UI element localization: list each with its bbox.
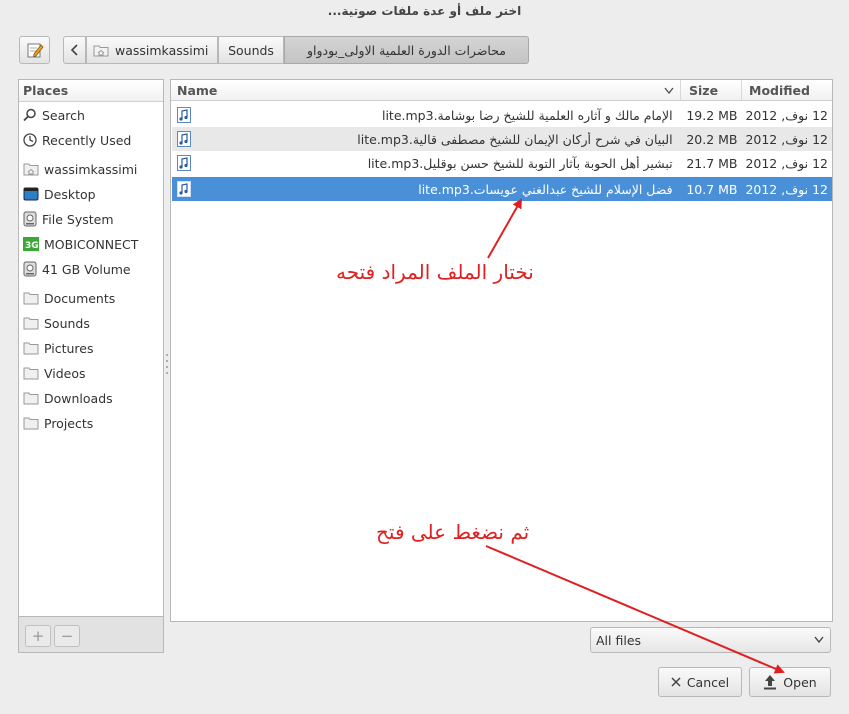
folder-icon [23, 417, 39, 430]
file-name: تبشير أهل الحوبة بآثار التوبة للشيخ حسن … [367, 155, 673, 171]
place-label: Search [42, 107, 85, 123]
folder-icon [23, 317, 39, 330]
open-label: Open [783, 674, 817, 690]
place-label: Sounds [44, 315, 90, 331]
column-header-modified[interactable]: Modified [741, 80, 832, 101]
place-label: Documents [44, 290, 116, 306]
pane-resize-grip[interactable] [165, 352, 169, 378]
file-row-selected[interactable]: فضل الإسلام للشيخ عبدالغني عويسات.lite.m… [172, 177, 832, 201]
place-item-mobiconnect[interactable]: 3G MOBICONNECT [19, 233, 163, 255]
file-size: 10.7 MB [686, 181, 738, 197]
sort-descending-icon [664, 87, 674, 95]
cancel-label: Cancel [686, 674, 730, 690]
close-icon [671, 677, 681, 687]
place-item-desktop[interactable]: Desktop [19, 183, 163, 205]
places-header: Places [19, 80, 163, 102]
path-back-button[interactable] [63, 36, 86, 64]
folder-icon [23, 392, 39, 405]
file-name: الإمام مالك و آثاره العلمية للشيخ رضا بو… [381, 107, 673, 123]
open-button[interactable]: Open [749, 667, 831, 697]
place-label: wassimkassimi [44, 161, 138, 177]
cancel-button[interactable]: Cancel [658, 667, 742, 697]
file-name: البيان في شرح أركان الإيمان للشيخ مصطفى … [357, 131, 673, 147]
place-item-projects[interactable]: Projects [19, 412, 163, 434]
annotation-select-file: نختار الملف المراد فتحه [336, 260, 534, 284]
folder-icon [23, 367, 39, 380]
place-label: Pictures [44, 340, 94, 356]
place-item-sounds[interactable]: Sounds [19, 312, 163, 334]
breadcrumb-label: wassimkassimi [115, 42, 209, 58]
svg-text:3G: 3G [25, 241, 39, 251]
place-item-documents[interactable]: Documents [19, 287, 163, 309]
home-folder-icon [23, 163, 39, 176]
place-item-41gb-volume[interactable]: 41 GB Volume [19, 258, 163, 280]
clock-icon [23, 133, 37, 147]
harddisk-icon [23, 261, 37, 277]
type-location-button[interactable] [19, 36, 50, 64]
edit-icon [27, 43, 44, 58]
place-item-videos[interactable]: Videos [19, 362, 163, 384]
place-item-home[interactable]: wassimkassimi [19, 158, 163, 180]
breadcrumb-label: محاضرات الدورة العلمية الاولى_بودواو [306, 42, 507, 58]
folder-icon [23, 292, 39, 305]
place-item-downloads[interactable]: Downloads [19, 387, 163, 409]
place-label: Videos [44, 365, 86, 381]
place-label: Downloads [44, 390, 113, 406]
harddisk-icon [23, 211, 37, 227]
file-size: 19.2 MB [686, 107, 738, 123]
places-sidebar: Places Search Recently Used wassimkassim… [18, 79, 164, 617]
file-row[interactable]: البيان في شرح أركان الإيمان للشيخ مصطفى … [172, 127, 832, 151]
file-row[interactable]: الإمام مالك و آثاره العلمية للشيخ رضا بو… [172, 103, 832, 127]
add-bookmark-button[interactable]: + [25, 625, 51, 647]
place-label: File System [42, 211, 114, 227]
usb-drive-icon: 3G [23, 237, 39, 251]
place-item-search[interactable]: Search [19, 104, 163, 126]
place-item-pictures[interactable]: Pictures [19, 337, 163, 359]
file-row[interactable]: تبشير أهل الحوبة بآثار التوبة للشيخ حسن … [172, 151, 832, 175]
breadcrumb-sounds[interactable]: Sounds [218, 36, 284, 64]
file-size: 20.2 MB [686, 131, 738, 147]
column-label: Name [177, 83, 218, 98]
place-label: 41 GB Volume [42, 261, 131, 277]
location-toolbar: wassimkassimi Sounds محاضرات الدورة العل… [0, 34, 849, 68]
audio-file-icon [177, 181, 191, 197]
desktop-icon [23, 187, 39, 201]
audio-file-icon [177, 131, 191, 147]
place-item-file-system[interactable]: File System [19, 208, 163, 230]
column-header-size[interactable]: Size [680, 80, 741, 101]
breadcrumb-current-folder[interactable]: محاضرات الدورة العلمية الاولى_بودواو [284, 36, 529, 64]
place-label: Desktop [44, 186, 96, 202]
breadcrumb-label: Sounds [228, 42, 274, 58]
folder-icon [23, 342, 39, 355]
breadcrumb-home[interactable]: wassimkassimi [86, 36, 218, 64]
chevron-left-icon [70, 44, 78, 56]
file-modified: 12 نوف, 2012 [745, 131, 828, 147]
place-label: MOBICONNECT [44, 236, 139, 252]
place-label: Recently Used [42, 132, 132, 148]
file-name: فضل الإسلام للشيخ عبدالغني عويسات.lite.m… [418, 181, 673, 197]
file-modified: 12 نوف, 2012 [745, 181, 828, 197]
audio-file-icon [177, 155, 191, 171]
upload-icon [764, 675, 777, 690]
place-item-recently-used[interactable]: Recently Used [19, 129, 163, 151]
audio-file-icon [177, 107, 191, 123]
home-folder-icon [93, 45, 109, 57]
file-type-filter[interactable]: All files [590, 627, 831, 653]
search-icon [23, 108, 36, 122]
window-title: اختر ملف أو عدة ملفات صوتية... [327, 4, 522, 18]
file-modified: 12 نوف, 2012 [745, 155, 828, 171]
place-label: Projects [44, 415, 94, 431]
column-label: Size [689, 83, 719, 98]
annotation-press-open: ثم نضغط على فتح [376, 520, 530, 544]
file-size: 21.7 MB [686, 155, 738, 171]
column-header-name[interactable]: Name [171, 80, 680, 101]
chevron-down-icon [814, 636, 824, 644]
remove-bookmark-button[interactable]: − [54, 625, 80, 647]
places-footer: + − [18, 617, 164, 653]
filter-value: All files [596, 632, 642, 648]
file-modified: 12 نوف, 2012 [745, 107, 828, 123]
column-label: Modified [749, 83, 810, 98]
